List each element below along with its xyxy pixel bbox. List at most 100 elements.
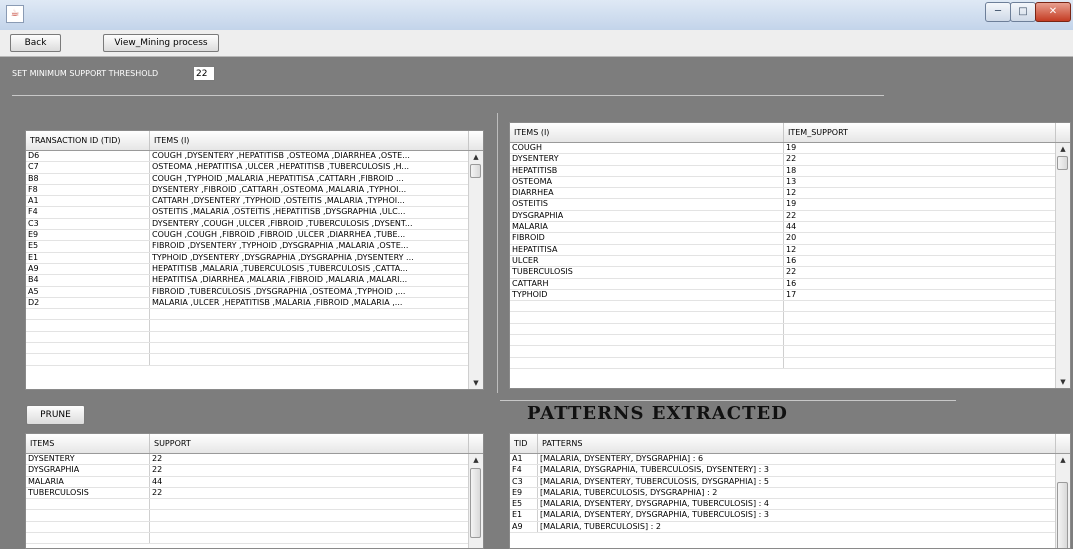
table-row[interactable]: TUBERCULOSIS 22 <box>26 487 483 500</box>
table-row[interactable]: E5 FIBROID ,DYSENTERY ,TYPHOID ,DYSGRAPHI… <box>26 241 483 253</box>
table-cell <box>26 331 150 343</box>
table-row[interactable]: C3 [MALARIA, DYSENTERY, TUBERCULOSIS, DYS… <box>510 476 1070 488</box>
table-row[interactable]: E5 [MALARIA, DYSENTERY, DYSGRAPHIA, TUBER… <box>510 499 1070 511</box>
table-cell: 44 <box>784 222 1056 233</box>
threshold-input[interactable]: 22 <box>193 66 215 81</box>
table-row[interactable]: C7 OSTEOMA ,HEPATITISA ,ULCER ,HEPATITISB… <box>26 162 483 174</box>
scroll-down-icon[interactable]: ▼ <box>469 377 483 389</box>
table-row[interactable]: MALARIA 44 <box>26 476 483 488</box>
table-row[interactable] <box>510 346 1070 358</box>
table-row[interactable] <box>510 312 1070 324</box>
table-row[interactable] <box>26 343 483 355</box>
close-button[interactable]: ✕ <box>1035 2 1071 22</box>
table-row[interactable] <box>26 354 483 366</box>
table-row[interactable]: A1 CATTARH ,DYSENTERY ,TYPHOID ,OSTEITIS … <box>26 196 483 208</box>
table-row[interactable]: DIARRHEA 12 <box>510 188 1070 200</box>
table-row[interactable] <box>26 521 483 534</box>
scroll-up-icon[interactable]: ▲ <box>469 151 483 163</box>
view-mining-process-button[interactable]: View_Mining process <box>103 34 219 52</box>
scroll-thumb[interactable] <box>1057 156 1068 170</box>
column-header-tid[interactable]: TID <box>510 434 538 453</box>
column-header-items[interactable]: ITEMS <box>26 434 150 453</box>
table-cell: 16 <box>784 278 1056 289</box>
table-row[interactable] <box>26 331 483 344</box>
separator <box>12 95 884 96</box>
table-row[interactable] <box>26 510 483 522</box>
scroll-up-icon[interactable]: ▲ <box>1056 454 1070 466</box>
table-row[interactable]: CATTARH 16 <box>510 278 1070 290</box>
table-row[interactable]: D2 MALARIA ,ULCER ,HEPATITISB ,MALARIA ,F… <box>26 297 483 310</box>
scroll-thumb[interactable] <box>470 468 481 538</box>
table-row[interactable]: A9 [MALARIA, TUBERCULOSIS] : 2 <box>510 521 1070 534</box>
table-row[interactable]: F4 OSTEITIS ,MALARIA ,OSTEITIS ,HEPATITIS… <box>26 207 483 219</box>
scroll-up-icon[interactable]: ▲ <box>1056 143 1070 155</box>
back-button[interactable]: Back <box>10 34 61 52</box>
table-row[interactable] <box>510 301 1070 313</box>
vertical-scrollbar[interactable]: ▲ <box>1055 454 1070 548</box>
table-cell: HEPATITISB ,MALARIA ,TUBERCULOSIS ,TUBER… <box>150 263 469 275</box>
column-header-tid[interactable]: TRANSACTION ID (TID) <box>26 131 150 150</box>
table-cell: [MALARIA, DYSENTERY, DYSGRAPHIA, TUBERCU… <box>538 499 1056 510</box>
scroll-thumb[interactable] <box>1057 482 1068 548</box>
table-row[interactable]: D6 COUGH ,DYSENTERY ,HEPATITISB ,OSTEOMA … <box>26 151 483 163</box>
table-row[interactable]: E1 [MALARIA, DYSENTERY, DYSGRAPHIA, TUBER… <box>510 510 1070 522</box>
table-row[interactable] <box>26 533 483 545</box>
minimize-button[interactable]: ─ <box>985 2 1011 22</box>
item-support-table: ITEMS (I) ITEM_SUPPORT COUGH 19 DYSENTERY 2… <box>509 122 1071 389</box>
table-row[interactable]: E1 TYPHOID ,DYSENTERY ,DYSGRAPHIA ,DYSGRA… <box>26 252 483 264</box>
scroll-thumb[interactable] <box>470 164 481 178</box>
table-row[interactable]: ULCER 16 <box>510 255 1070 268</box>
table-header: ITEMS SUPPORT <box>26 434 483 454</box>
table-row[interactable]: COUGH 19 <box>510 143 1070 155</box>
column-header-item-support[interactable]: ITEM_SUPPORT <box>784 123 1056 142</box>
table-row[interactable]: C3 DYSENTERY ,COUGH ,ULCER ,FIBROID ,TUBE… <box>26 218 483 231</box>
vertical-scrollbar[interactable]: ▲ ▼ <box>468 151 483 389</box>
table-row[interactable]: TUBERCULOSIS 22 <box>510 267 1070 279</box>
table-cell <box>510 323 784 335</box>
table-row[interactable]: HEPATITISA 12 <box>510 244 1070 256</box>
table-row[interactable]: TYPHOID 17 <box>510 289 1070 302</box>
table-row[interactable]: F4 [MALARIA, DYSGRAPHIA, TUBERCULOSIS, DY… <box>510 465 1070 477</box>
table-row[interactable]: F8 DYSENTERY ,FIBROID ,CATTARH ,OSTEOMA ,… <box>26 184 483 197</box>
table-row[interactable] <box>26 309 483 321</box>
table-row[interactable] <box>510 335 1070 347</box>
table-row[interactable]: A1 [MALARIA, DYSENTERY, DYSGRAPHIA] : 6 <box>510 454 1070 466</box>
table-row[interactable]: A9 HEPATITISB ,MALARIA ,TUBERCULOSIS ,TUB… <box>26 263 483 276</box>
table-row[interactable] <box>510 357 1070 369</box>
table-cell: 13 <box>784 176 1056 188</box>
maximize-button[interactable]: □ <box>1010 2 1036 22</box>
column-header-items[interactable]: ITEMS (I) <box>510 123 784 142</box>
table-row[interactable]: HEPATITISB 18 <box>510 165 1070 177</box>
column-header-items[interactable]: ITEMS (I) <box>150 131 469 150</box>
table-cell: CATTARH <box>510 278 784 289</box>
prune-button[interactable]: PRUNE <box>26 405 85 425</box>
table-row[interactable]: B8 COUGH ,TYPHOID ,MALARIA ,HEPATITISA ,C… <box>26 173 483 185</box>
table-row[interactable]: E9 [MALARIA, TUBERCULOSIS, DYSGRAPHIA] : … <box>510 487 1070 500</box>
column-header-patterns[interactable]: PATTERNS <box>538 434 1056 453</box>
table-row[interactable] <box>26 499 483 511</box>
table-row[interactable] <box>510 323 1070 336</box>
table-row[interactable] <box>26 320 483 332</box>
table-cell: E1 <box>26 252 150 263</box>
column-header-support[interactable]: SUPPORT <box>150 434 469 453</box>
table-row[interactable]: OSTEITIS 19 <box>510 199 1070 211</box>
table-cell: TUBERCULOSIS <box>26 487 150 499</box>
vertical-scrollbar[interactable]: ▲ ▼ <box>1055 143 1070 388</box>
table-row[interactable]: A5 FIBROID ,TUBERCULOSIS ,DYSGRAPHIA ,OST… <box>26 286 483 298</box>
scroll-up-icon[interactable]: ▲ <box>469 454 483 466</box>
table-row[interactable]: OSTEOMA 13 <box>510 176 1070 189</box>
table-row[interactable]: DYSGRAPHIA 22 <box>26 465 483 477</box>
table-row[interactable]: E9 COUGH ,COUGH ,FIBROID ,FIBROID ,ULCER … <box>26 230 483 242</box>
scroll-down-icon[interactable]: ▼ <box>1056 376 1070 388</box>
table-cell: TUBERCULOSIS <box>510 267 784 278</box>
table-row[interactable]: DYSENTERY 22 <box>510 154 1070 166</box>
table-row[interactable]: DYSGRAPHIA 22 <box>510 210 1070 223</box>
table-row[interactable]: MALARIA 44 <box>510 222 1070 234</box>
table-row[interactable]: B4 HEPATITISA ,DIARRHEA ,MALARIA ,FIBROID… <box>26 275 483 287</box>
table-cell: [MALARIA, TUBERCULOSIS, DYSGRAPHIA] : 2 <box>538 487 1056 499</box>
table-row[interactable]: DYSENTERY 22 <box>26 454 483 466</box>
vertical-scrollbar[interactable]: ▲ <box>468 454 483 548</box>
table-body: DYSENTERY 22 DYSGRAPHIA 22 MALARIA 44 TUBERCUL… <box>26 454 483 545</box>
table-header: TID PATTERNS <box>510 434 1070 454</box>
table-row[interactable]: FIBROID 20 <box>510 233 1070 245</box>
